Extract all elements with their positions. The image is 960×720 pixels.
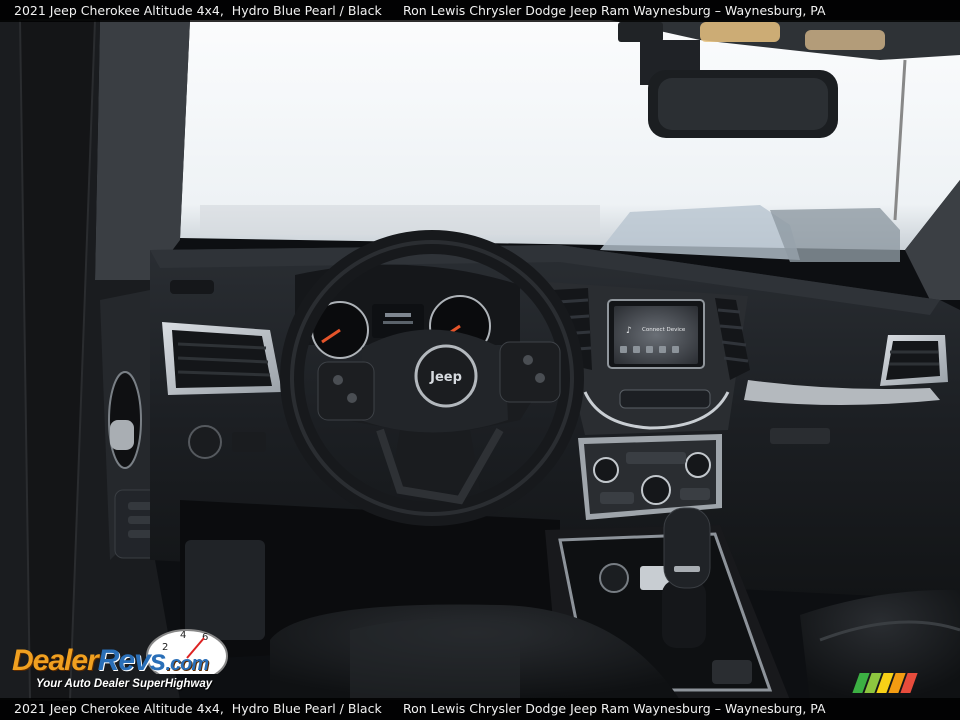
vehicle-caption-bottom: 2021 Jeep Cherokee Altitude 4x4, Hydro B… [14, 701, 382, 716]
brand-tagline: Your Auto Dealer SuperHighway [36, 678, 213, 690]
outside-car [770, 208, 900, 262]
temp-knob-right [685, 452, 711, 478]
screen-hard-buttons [619, 389, 711, 409]
dealer-brand: DealerRevs.com [12, 644, 209, 678]
svg-text:4: 4 [180, 630, 186, 641]
brand-color-stripes [852, 673, 935, 693]
music-note-icon: ♪ [626, 326, 632, 336]
outside-fence [200, 205, 600, 235]
temp-knob-left [593, 457, 619, 483]
dealer-watermark-logo: 2 4 6 DealerRevs.com Your Auto Dealer Su… [12, 628, 272, 696]
fan-knob [641, 475, 671, 505]
steering-wheel-badge: Jeep [429, 370, 462, 385]
interior-photo: Connect Device ♪ Jeep [0, 19, 960, 701]
a-pillar-left [95, 20, 190, 280]
caption-bar-top: 2021 Jeep Cherokee Altitude 4x4, Hydro B… [0, 0, 960, 22]
brand-part2: Revs [97, 644, 167, 677]
gear-shifter-boot [662, 580, 706, 648]
dealer-caption: Ron Lewis Chrysler Dodge Jeep Ram Waynes… [403, 3, 826, 18]
brand-part1: Dealer [12, 644, 99, 677]
dealer-caption-bottom: Ron Lewis Chrysler Dodge Jeep Ram Waynes… [403, 701, 826, 716]
headlight-switch [188, 425, 222, 459]
brand-suffix: .com [165, 653, 209, 675]
gear-shifter [663, 507, 711, 589]
jeep-badge: Jeep [414, 344, 478, 408]
caption-bar-bottom: 2021 Jeep Cherokee Altitude 4x4, Hydro B… [0, 698, 960, 720]
svg-text:6: 6 [202, 632, 208, 643]
infotainment-status: Connect Device [642, 327, 686, 333]
outside-car [600, 205, 800, 260]
vehicle-caption: 2021 Jeep Cherokee Altitude 4x4, Hydro B… [14, 3, 382, 18]
drive-mode-knob [599, 563, 629, 593]
